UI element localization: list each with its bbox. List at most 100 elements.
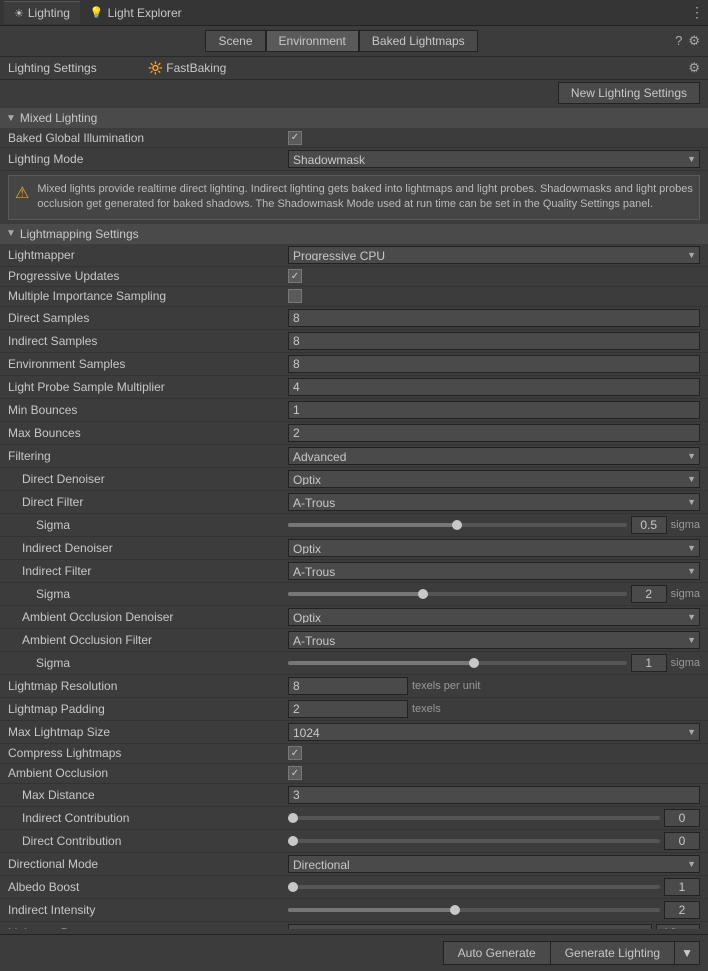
indirect-intensity-track[interactable] <box>288 908 660 912</box>
albedo-boost-slider-row <box>288 878 700 896</box>
lm-resolution-pair: texels per unit <box>288 677 700 695</box>
albedo-boost-val[interactable] <box>664 878 700 896</box>
min-bounces-input[interactable] <box>288 401 700 419</box>
indirect-sigma-val[interactable] <box>631 585 667 603</box>
albedo-boost-thumb[interactable] <box>288 882 298 892</box>
direct-contrib-row: Direct Contribution <box>0 830 708 853</box>
direct-denoiser-dropdown-wrap: Optix <box>288 470 700 488</box>
direct-filter-select[interactable]: A-Trous <box>288 493 700 511</box>
lightmapping-title: Lightmapping Settings <box>20 227 139 241</box>
direct-sigma-thumb[interactable] <box>452 520 462 530</box>
ao-sigma-track[interactable] <box>288 661 627 665</box>
lm-padding-input[interactable] <box>288 700 408 718</box>
lighting-mode-select[interactable]: Shadowmask <box>288 150 700 168</box>
max-bounces-input[interactable] <box>288 424 700 442</box>
light-explorer-tab-icon: 💡 <box>90 6 104 19</box>
max-lm-size-dropdown-wrap: 1024 <box>288 723 700 741</box>
mis-checkbox[interactable] <box>288 289 302 303</box>
direct-samples-label: Direct Samples <box>8 311 288 325</box>
tab-more-icon[interactable]: ⋮ <box>690 4 704 21</box>
indirect-contrib-track[interactable] <box>288 816 660 820</box>
ao-denoiser-label: Ambient Occlusion Denoiser <box>8 610 288 624</box>
help-icon[interactable]: ? <box>675 33 682 49</box>
ao-sigma-label: Sigma <box>8 656 288 670</box>
indirect-filter-dropdown-wrap: A-Trous <box>288 562 700 580</box>
indirect-sigma-thumb[interactable] <box>418 589 428 599</box>
direct-contrib-track[interactable] <box>288 839 660 843</box>
ao-filter-select[interactable]: A-Trous <box>288 631 700 649</box>
baked-gi-label: Baked Global Illumination <box>8 131 288 145</box>
indirect-sigma-track[interactable] <box>288 592 627 596</box>
filtering-label: Filtering <box>8 449 288 463</box>
direct-sigma-row: Sigma sigma <box>0 514 708 537</box>
lm-resolution-input[interactable] <box>288 677 408 695</box>
lp-multiplier-input[interactable] <box>288 378 700 396</box>
indirect-denoiser-select[interactable]: Optix <box>288 539 700 557</box>
ao-checkbox[interactable]: ✓ <box>288 766 302 780</box>
filtering-select[interactable]: Advanced <box>288 447 700 465</box>
lighting-settings-icon[interactable]: ⚙ <box>688 60 700 76</box>
scene-tab-btn[interactable]: Scene <box>205 30 265 52</box>
settings-icon[interactable]: ⚙ <box>688 33 700 49</box>
indirect-intensity-fill <box>288 908 455 912</box>
indirect-samples-input[interactable] <box>288 332 700 350</box>
indirect-filter-row: Indirect Filter A-Trous <box>0 560 708 583</box>
max-distance-label: Max Distance <box>8 788 288 802</box>
max-lm-size-select[interactable]: 1024 <box>288 723 700 741</box>
direct-sigma-val[interactable] <box>631 516 667 534</box>
lightmapping-arrow: ▼ <box>6 228 16 239</box>
max-distance-row: Max Distance <box>0 784 708 807</box>
new-lighting-btn[interactable]: New Lighting Settings <box>558 82 700 104</box>
ao-label: Ambient Occlusion <box>8 766 288 780</box>
lighting-settings-label: Lighting Settings <box>8 61 148 75</box>
indirect-contrib-val[interactable] <box>664 809 700 827</box>
generate-lighting-btn[interactable]: Generate Lighting <box>551 941 675 965</box>
indirect-denoiser-dropdown-wrap: Optix <box>288 539 700 557</box>
mixed-lighting-header[interactable]: ▼ Mixed Lighting <box>0 108 708 128</box>
lightmapping-header[interactable]: ▼ Lightmapping Settings <box>0 224 708 244</box>
ao-denoiser-select[interactable]: Optix <box>288 608 700 626</box>
auto-generate-btn[interactable]: Auto Generate <box>443 941 551 965</box>
direct-denoiser-select[interactable]: Optix <box>288 470 700 488</box>
direct-sigma-track[interactable] <box>288 523 627 527</box>
lm-params-view-btn[interactable]: View <box>656 924 700 929</box>
ao-sigma-val[interactable] <box>631 654 667 672</box>
info-box: ⚠ Mixed lights provide realtime direct l… <box>8 175 700 220</box>
direct-samples-input[interactable]: 8 <box>288 309 700 327</box>
info-icon: ⚠ <box>15 183 29 205</box>
max-distance-input[interactable] <box>288 786 700 804</box>
lighting-mode-dropdown-wrap: Shadowmask <box>288 150 700 168</box>
generate-dropdown-btn[interactable]: ▼ <box>675 941 700 965</box>
progressive-updates-checkbox[interactable]: ✓ <box>288 269 302 283</box>
indirect-sigma-label: Sigma <box>8 587 288 601</box>
albedo-boost-track[interactable] <box>288 885 660 889</box>
environment-tab-btn[interactable]: Environment <box>266 30 359 52</box>
directional-mode-select[interactable]: Directional <box>288 855 700 873</box>
lighting-mode-row: Lighting Mode Shadowmask <box>0 148 708 171</box>
indirect-intensity-val[interactable] <box>664 901 700 919</box>
direct-sigma-unit: sigma <box>671 519 700 531</box>
direct-contrib-slider-row <box>288 832 700 850</box>
indirect-contrib-thumb[interactable] <box>288 813 298 823</box>
indirect-denoiser-label: Indirect Denoiser <box>8 541 288 555</box>
lightmapper-select[interactable]: Progressive CPU <box>288 246 700 264</box>
direct-filter-row: Direct Filter A-Trous <box>0 491 708 514</box>
indirect-filter-select[interactable]: A-Trous <box>288 562 700 580</box>
tab-lighting-label: Lighting <box>28 6 70 20</box>
tab-lighting[interactable]: ☀ Lighting <box>4 1 80 24</box>
baked-lightmaps-tab-btn[interactable]: Baked Lightmaps <box>359 30 478 52</box>
compress-checkbox[interactable]: ✓ <box>288 746 302 760</box>
direct-contrib-val[interactable] <box>664 832 700 850</box>
direct-contrib-thumb[interactable] <box>288 836 298 846</box>
ao-sigma-unit: sigma <box>671 657 700 669</box>
env-samples-input[interactable] <box>288 355 700 373</box>
indirect-intensity-thumb[interactable] <box>450 905 460 915</box>
baked-gi-checkbox[interactable]: ✓ <box>288 131 302 145</box>
lightmapper-dropdown-wrap: Progressive CPU <box>288 246 700 264</box>
min-bounces-label: Min Bounces <box>8 403 288 417</box>
main-scroll: ▼ Mixed Lighting Baked Global Illuminati… <box>0 108 708 929</box>
lm-params-select[interactable]: Default-Medium <box>288 924 652 929</box>
ao-sigma-thumb[interactable] <box>469 658 479 668</box>
new-lighting-row: New Lighting Settings <box>0 80 708 108</box>
tab-light-explorer[interactable]: 💡 Light Explorer <box>80 2 192 24</box>
